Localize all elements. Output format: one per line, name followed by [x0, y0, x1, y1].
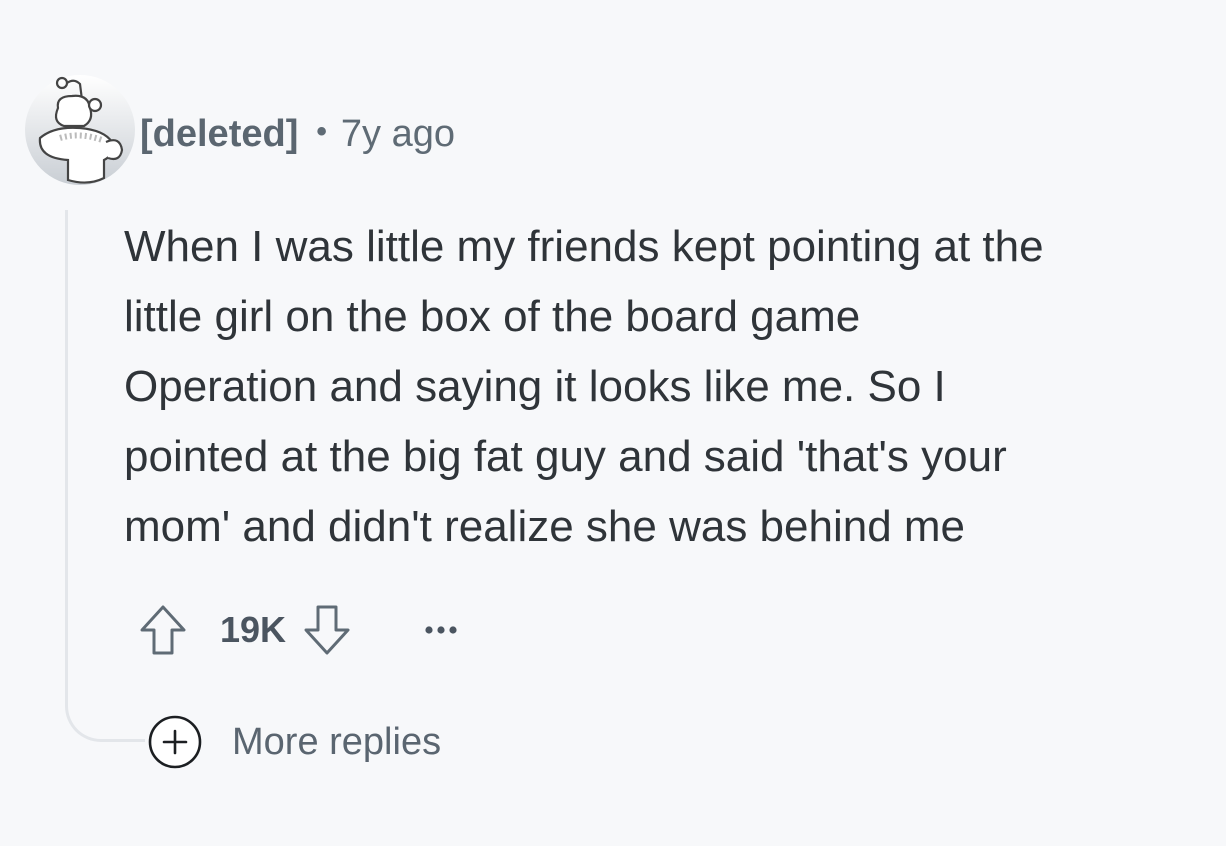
separator-dot: •	[316, 115, 327, 148]
more-replies-label: More replies	[232, 720, 442, 763]
upvote-arrow-icon	[140, 605, 186, 655]
more-replies-button[interactable]: More replies	[146, 712, 441, 772]
comment-body: When I was little my friends kept pointi…	[124, 212, 1214, 562]
downvote-arrow-icon	[304, 605, 350, 655]
comment-body-line: When I was little my friends kept pointi…	[124, 222, 1044, 271]
vote-score: 19K	[220, 609, 287, 650]
comment-body-line: little girl on the box of the board game	[124, 292, 861, 341]
ellipsis-icon	[425, 626, 457, 634]
plus-circle-icon	[146, 713, 204, 771]
author-name[interactable]: [deleted]	[140, 113, 298, 156]
comment-body-line: pointed at the big fat guy and said 'tha…	[124, 432, 1007, 481]
comment-header: [deleted] • 7y ago	[140, 108, 455, 160]
downvote-button[interactable]	[300, 600, 354, 660]
comment-body-line: Operation and saying it looks like me. S…	[124, 362, 946, 411]
snoo-avatar-icon	[25, 75, 135, 185]
comment-actions: 19K	[136, 598, 466, 662]
avatar[interactable]	[24, 74, 136, 186]
comment-body-line: mom' and didn't realize she was behind m…	[124, 502, 966, 551]
more-options-button[interactable]	[416, 605, 466, 655]
comment-page: [deleted] • 7y ago When I was little my …	[0, 0, 1226, 846]
upvote-button[interactable]	[136, 600, 190, 660]
timestamp[interactable]: 7y ago	[341, 113, 455, 156]
